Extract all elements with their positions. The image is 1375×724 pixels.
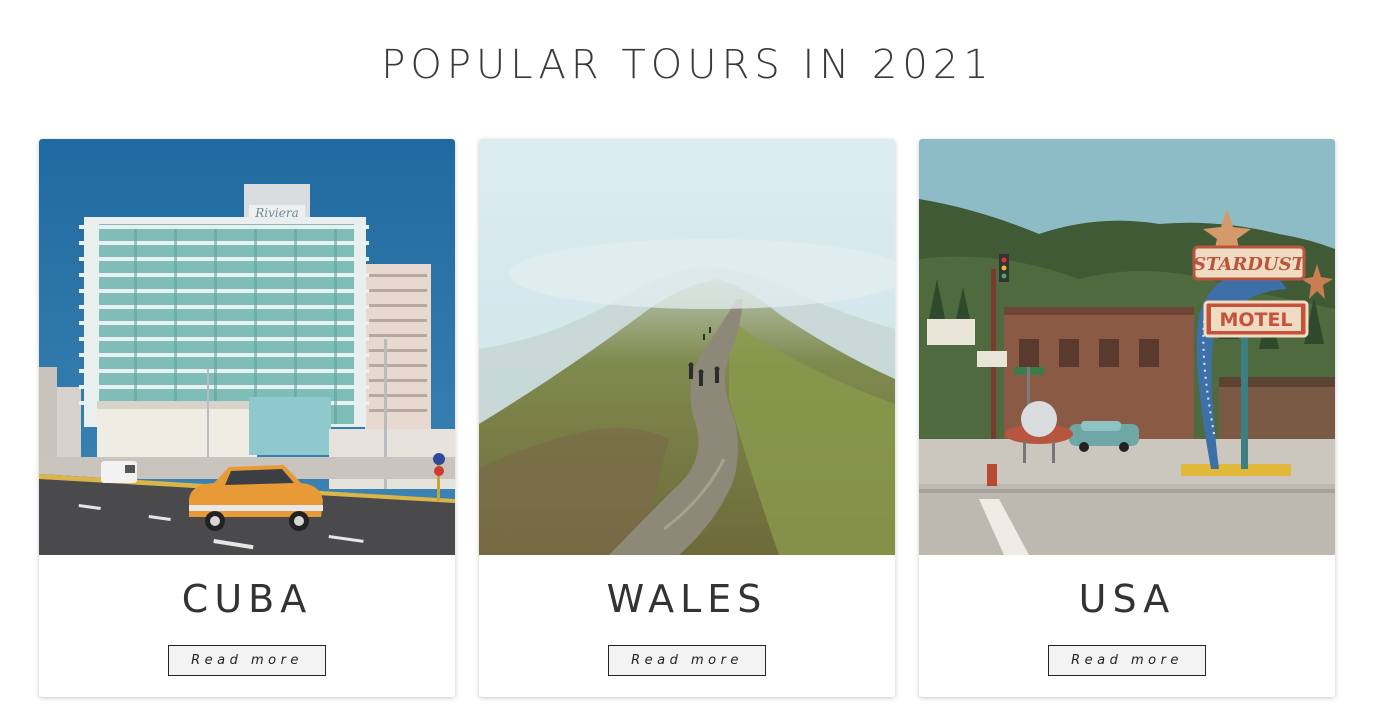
tour-card-usa: STARDUST MOTEL USA Read more [919,139,1335,697]
popular-tours-section: POPULAR TOURS IN 2021 Riviera CUBA Read … [0,0,1375,724]
tour-image-cuba: Riviera [39,139,455,555]
motel-sign-line2: MOTEL [1219,309,1292,331]
motel-sign-line1: STARDUST [1193,254,1307,275]
tour-title-usa: USA [1078,577,1176,621]
section-title: POPULAR TOURS IN 2021 [381,42,994,88]
tour-image-wales [479,139,895,555]
read-more-button-usa[interactable]: Read more [1048,645,1206,676]
tour-title-wales: WALES [606,577,768,621]
read-more-button-cuba[interactable]: Read more [168,645,326,676]
tour-card-cuba: Riviera CUBA Read more [39,139,455,697]
read-more-button-wales[interactable]: Read more [608,645,766,676]
tour-card-wales: WALES Read more [479,139,895,697]
tour-image-usa: STARDUST MOTEL [919,139,1335,555]
tour-title-cuba: CUBA [181,577,313,621]
